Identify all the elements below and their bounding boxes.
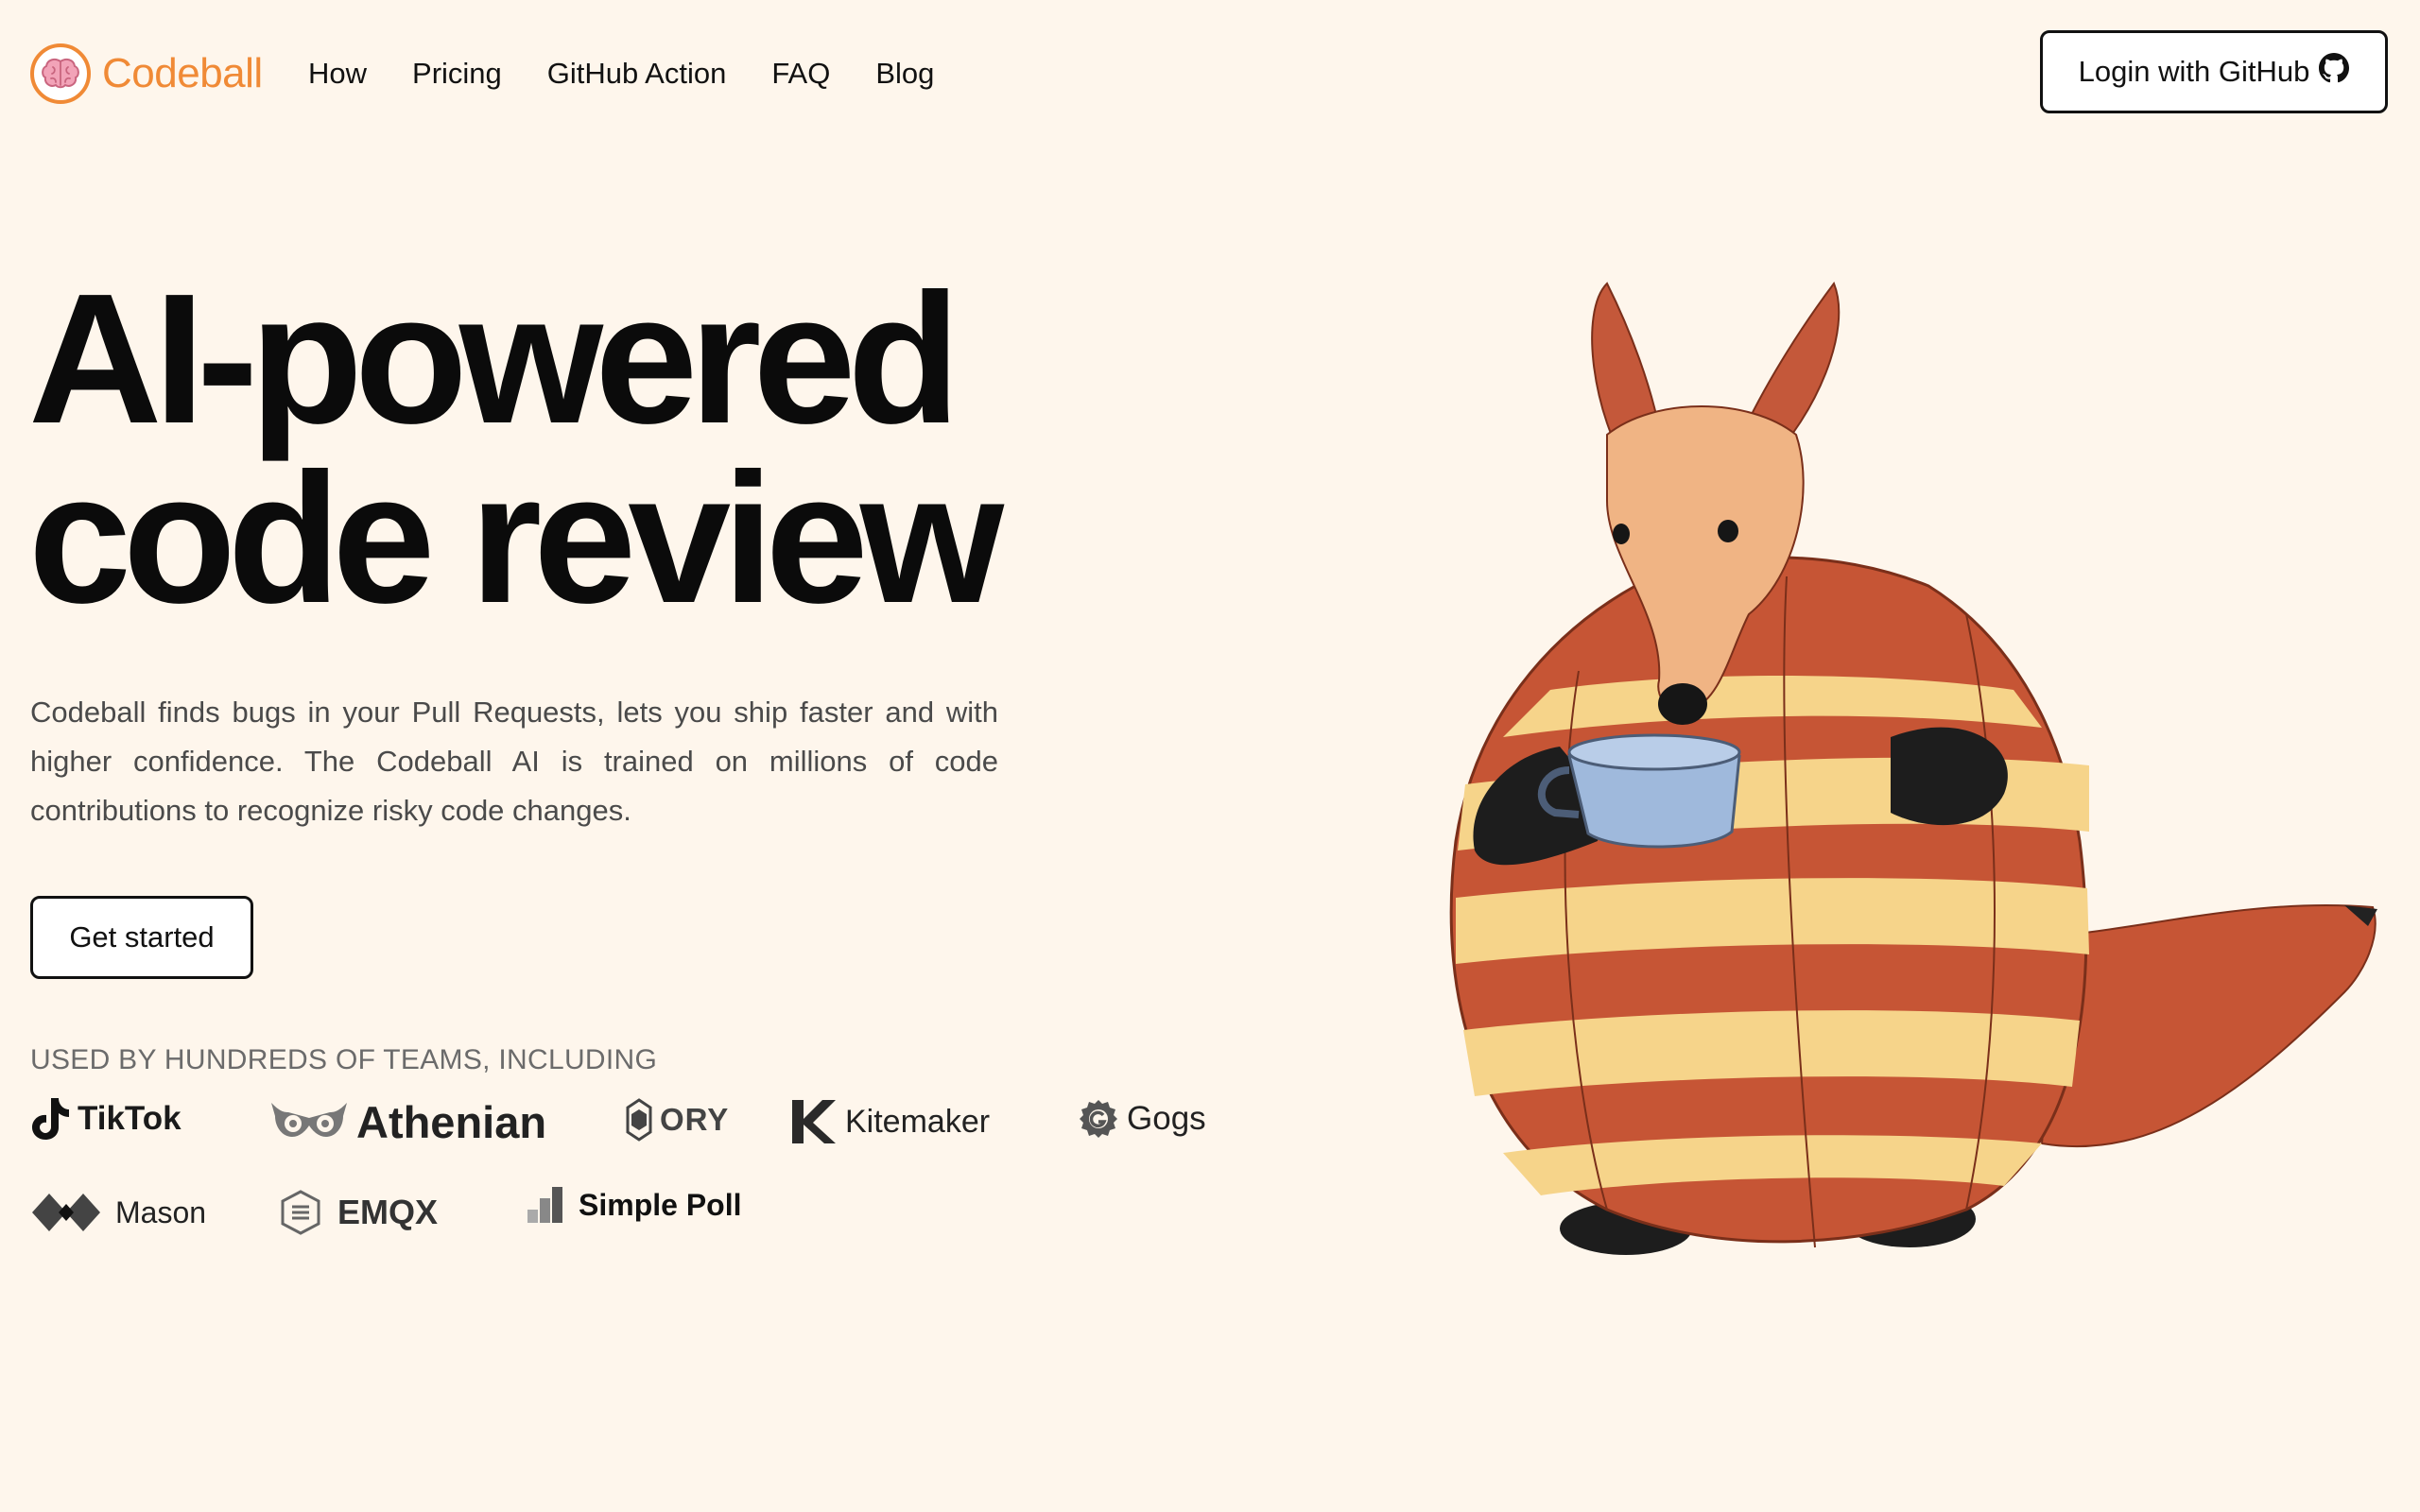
landing-page: Codeball How Pricing GitHub Action FAQ B… — [0, 0, 2420, 1512]
logo-gogs-text: Gogs — [1127, 1100, 1206, 1137]
simple-poll-icon — [527, 1187, 562, 1223]
hero-title: AI-powered code review — [28, 266, 1030, 631]
login-label: Login with GitHub — [2078, 55, 2310, 88]
athenian-owl-icon — [271, 1102, 347, 1137]
github-icon — [2319, 53, 2350, 91]
logo-athenian-text: Athenian — [356, 1097, 547, 1147]
hero-description: Codeball finds bugs in your Pull Request… — [30, 696, 998, 827]
nav-blog[interactable]: Blog — [875, 57, 934, 91]
logo-kitemaker: Kitemaker — [790, 1098, 990, 1145]
logo-ory: ORY — [626, 1098, 729, 1142]
logo-tiktok: TikTok — [30, 1096, 182, 1142]
kitemaker-icon — [792, 1100, 836, 1143]
brand-name: Codeball — [102, 50, 263, 96]
nav-github-action[interactable]: GitHub Action — [547, 57, 727, 91]
logo-emqx: EMQX — [279, 1189, 438, 1236]
hero-title-line-1: AI-powered — [28, 255, 960, 462]
logo-gogs: Gogs — [1078, 1098, 1206, 1140]
brand-link[interactable]: Codeball — [30, 43, 263, 104]
logo-emqx-text: EMQX — [337, 1193, 439, 1231]
logo-tiktok-text: TikTok — [78, 1100, 182, 1137]
nav-pricing[interactable]: Pricing — [412, 57, 502, 91]
brain-icon — [30, 43, 91, 104]
main-nav: How Pricing GitHub Action FAQ Blog — [308, 49, 934, 98]
logo-kitemaker-text: Kitemaker — [845, 1103, 991, 1140]
logo-mason-text: Mason — [115, 1194, 207, 1229]
login-with-github-button[interactable]: Login with GitHub — [2040, 30, 2388, 113]
logo-ory-text: ORY — [660, 1102, 730, 1137]
site-header: Codeball How Pricing GitHub Action FAQ B… — [0, 0, 2420, 151]
logo-simple-poll: Simple Poll — [526, 1185, 741, 1225]
get-started-button[interactable]: Get started — [30, 896, 253, 979]
emqx-icon — [281, 1190, 320, 1235]
customers-heading: USED BY HUNDREDS OF TEAMS, INCLUDING — [30, 1044, 658, 1075]
logo-mason: Mason — [30, 1189, 206, 1236]
mason-icon — [32, 1194, 100, 1231]
aardvark-mascot-illustration — [1449, 281, 2377, 1255]
tiktok-icon — [32, 1098, 69, 1140]
hero-title-line-2: code review — [28, 435, 1004, 642]
gogs-icon — [1080, 1100, 1117, 1138]
nav-faq[interactable]: FAQ — [771, 57, 830, 91]
logo-athenian: Athenian — [269, 1096, 546, 1148]
ory-icon — [626, 1098, 652, 1142]
nav-how[interactable]: How — [308, 57, 367, 91]
logo-simple-poll-text: Simple Poll — [579, 1187, 742, 1222]
